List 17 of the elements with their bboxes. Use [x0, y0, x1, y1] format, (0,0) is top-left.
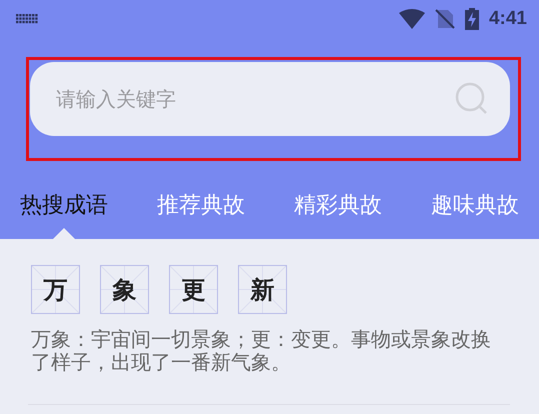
category-tab[interactable]: 趣味典故 — [431, 191, 519, 221]
character-cell: 新 — [238, 265, 287, 314]
character-cell: 更 — [169, 265, 218, 314]
category-tab[interactable]: 热搜成语 — [20, 191, 108, 221]
category-tab[interactable]: 精彩典故 — [294, 191, 382, 221]
tab-pointer — [53, 228, 75, 239]
idiom-explanation: 万象：宇宙间一切景象；更：变更。事物或景象改换了样子，出现了一番新气象。 — [31, 328, 492, 374]
no-sim-icon — [434, 9, 455, 29]
character-cell: 象 — [100, 265, 149, 314]
category-tab[interactable]: 推荐典故 — [157, 191, 245, 221]
battery-charging-icon — [464, 8, 479, 30]
search-input[interactable]: 请输入关键字 — [54, 86, 454, 112]
wifi-icon — [398, 9, 425, 29]
search-bar[interactable]: 请输入关键字 — [30, 62, 510, 136]
keyboard-icon — [16, 14, 38, 24]
clock-time: 4:41 — [488, 8, 527, 30]
character-cell: 万 — [31, 265, 80, 314]
